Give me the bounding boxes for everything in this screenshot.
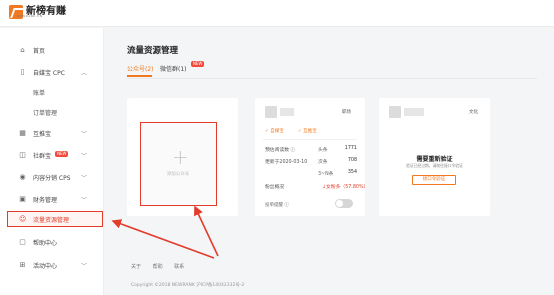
fans-trend: ↓女粉多（57.80%） bbox=[322, 185, 369, 190]
account-card[interactable]: 职场 ✓ 自媒宝 ✓ 互推宝 预估阅读数 ⓘ 头条 1771 更新于2020-0… bbox=[255, 98, 369, 216]
tag-label: 自媒宝 bbox=[270, 129, 284, 134]
verify-button[interactable]: 接口令验证 bbox=[412, 175, 456, 185]
sidebar-item-cpc[interactable]: ▯ 自媒宝 CPC ︿ bbox=[0, 64, 104, 80]
sidebar-item-traffic-resources[interactable]: ☺ 流量资源管理 bbox=[7, 211, 103, 227]
sidebar-item-cps[interactable]: ◉ 内容分销 CPS ﹀ bbox=[0, 169, 104, 185]
user-icon: ☺ bbox=[19, 214, 27, 223]
sidebar-item-events[interactable]: ⊞ 活动中心 ﹀ bbox=[0, 257, 104, 273]
update-date: 更新于2020-03-10 bbox=[265, 160, 308, 165]
category-label: 职场 bbox=[342, 110, 351, 115]
stat-label: 预估阅读数 ⓘ bbox=[265, 148, 296, 153]
chat-icon: ◫ bbox=[19, 150, 26, 159]
avatar bbox=[265, 106, 277, 118]
order-reminder-label: 投单提醒 ⓘ bbox=[265, 203, 289, 208]
sidebar-item-label: 首页 bbox=[33, 47, 46, 55]
order-reminder-toggle[interactable] bbox=[335, 199, 353, 208]
bag-icon: ◉ bbox=[19, 172, 26, 181]
add-account-card: + 添加公众号 bbox=[127, 98, 238, 216]
fans-label: 粉丝概况 bbox=[265, 185, 285, 190]
account-name-blurred bbox=[280, 108, 294, 116]
stat-position: 头条 bbox=[318, 148, 328, 153]
stat-position: 次条 bbox=[318, 160, 328, 165]
sidebar-item-label: 财务管理 bbox=[33, 196, 58, 204]
footer-link-about[interactable]: 关于 bbox=[131, 264, 141, 270]
sidebar-item-label: 活动中心 bbox=[33, 262, 58, 270]
sidebar-item-shequnbao[interactable]: ◫ 社群宝 NEW ﹀ bbox=[0, 147, 104, 163]
chevron-up-icon: ︿ bbox=[81, 69, 88, 77]
sidebar-item-home[interactable]: ⌂ 首页 bbox=[0, 42, 104, 58]
sidebar-item-label: 流量资源管理 bbox=[33, 216, 70, 224]
tab-wechat-groups[interactable]: 微信群(1) bbox=[160, 64, 187, 73]
sidebar-item-label: 社群宝 bbox=[33, 152, 52, 160]
footer-links: 关于 帮助 联系 bbox=[131, 263, 194, 270]
sidebar-item-label: 账单 bbox=[33, 89, 46, 97]
sidebar-item-help[interactable]: ▢ 帮助中心 bbox=[0, 234, 104, 250]
gift-icon: ⊞ bbox=[19, 260, 26, 269]
sidebar: ⌂ 首页 ▯ 自媒宝 CPC ︿ 账单 订单管理 ▦ 互推宝 ﹀ ◫ 社群宝 N… bbox=[0, 28, 104, 295]
stat-value: 1771 bbox=[344, 146, 357, 151]
copyright: Copyright ©2018 NEWRANK 沪ICP备14042332号-2 bbox=[131, 283, 245, 288]
sidebar-item-hutuibao[interactable]: ▦ 互推宝 ﹀ bbox=[0, 125, 104, 141]
phone-icon: ▯ bbox=[20, 67, 25, 76]
sidebar-item-label: 订单管理 bbox=[33, 109, 58, 117]
arrow-to-sidebar-item bbox=[111, 219, 215, 259]
sidebar-item-finance[interactable]: ▣ 财务管理 ﹀ bbox=[0, 191, 104, 207]
sidebar-item-orders[interactable]: 订单管理 bbox=[0, 104, 104, 120]
stat-value: 708 bbox=[347, 158, 357, 163]
sidebar-item-label: 自媒宝 CPC bbox=[33, 69, 65, 77]
verify-description: 验证已经过期，请前往接口令验证 bbox=[406, 163, 463, 168]
footer-link-help[interactable]: 帮助 bbox=[153, 264, 163, 270]
account-name-blurred bbox=[404, 108, 424, 116]
sidebar-item-label: 帮助中心 bbox=[33, 239, 58, 247]
chevron-down-icon: ﹀ bbox=[81, 174, 88, 182]
tag-zimeibao: ✓ 自媒宝 bbox=[265, 129, 284, 134]
verify-title: 需要重新验证 bbox=[416, 156, 453, 163]
chevron-down-icon: ﹀ bbox=[81, 262, 88, 270]
tag-hutuibao: ✓ 互推宝 bbox=[298, 129, 317, 134]
home-icon: ⌂ bbox=[20, 45, 25, 54]
active-tab-indicator bbox=[127, 75, 152, 77]
wallet-icon: ▣ bbox=[19, 194, 26, 203]
new-badge: NEW bbox=[55, 151, 69, 157]
stat-value: 354 bbox=[347, 170, 357, 175]
tab-divider bbox=[127, 78, 537, 79]
calendar-icon: ▦ bbox=[19, 128, 26, 137]
tab-official-accounts[interactable]: 公众号(2) bbox=[127, 64, 154, 73]
chevron-down-icon: ﹀ bbox=[81, 130, 88, 138]
verify-account-card: 文化 需要重新验证 验证已经过期，请前往接口令验证 接口令验证 bbox=[379, 98, 490, 216]
avatar bbox=[389, 106, 401, 118]
logo-subtext: NEWRANK.CN bbox=[17, 14, 43, 18]
plus-icon: + bbox=[172, 145, 189, 169]
sidebar-item-label: 互推宝 bbox=[33, 130, 52, 138]
divider bbox=[263, 139, 357, 140]
page-title: 流量资源管理 bbox=[127, 46, 179, 56]
sidebar-item-bills[interactable]: 账单 bbox=[0, 84, 104, 100]
sidebar-item-label: 内容分销 CPS bbox=[33, 174, 71, 182]
add-account-label: 添加公众号 bbox=[166, 172, 190, 177]
help-icon: ▢ bbox=[19, 237, 26, 246]
chevron-down-icon: ﹀ bbox=[81, 196, 88, 204]
stat-position: 3~N条 bbox=[318, 172, 334, 177]
top-bar: 新榜有赚 NEWRANK.CN bbox=[0, 0, 554, 27]
footer-link-contact[interactable]: 联系 bbox=[174, 264, 184, 270]
chevron-down-icon: ﹀ bbox=[81, 152, 88, 160]
add-account-button[interactable]: + 添加公众号 bbox=[140, 122, 217, 206]
tag-label: 互推宝 bbox=[303, 129, 317, 134]
category-label: 文化 bbox=[469, 110, 478, 115]
new-badge: NEW bbox=[191, 61, 205, 67]
